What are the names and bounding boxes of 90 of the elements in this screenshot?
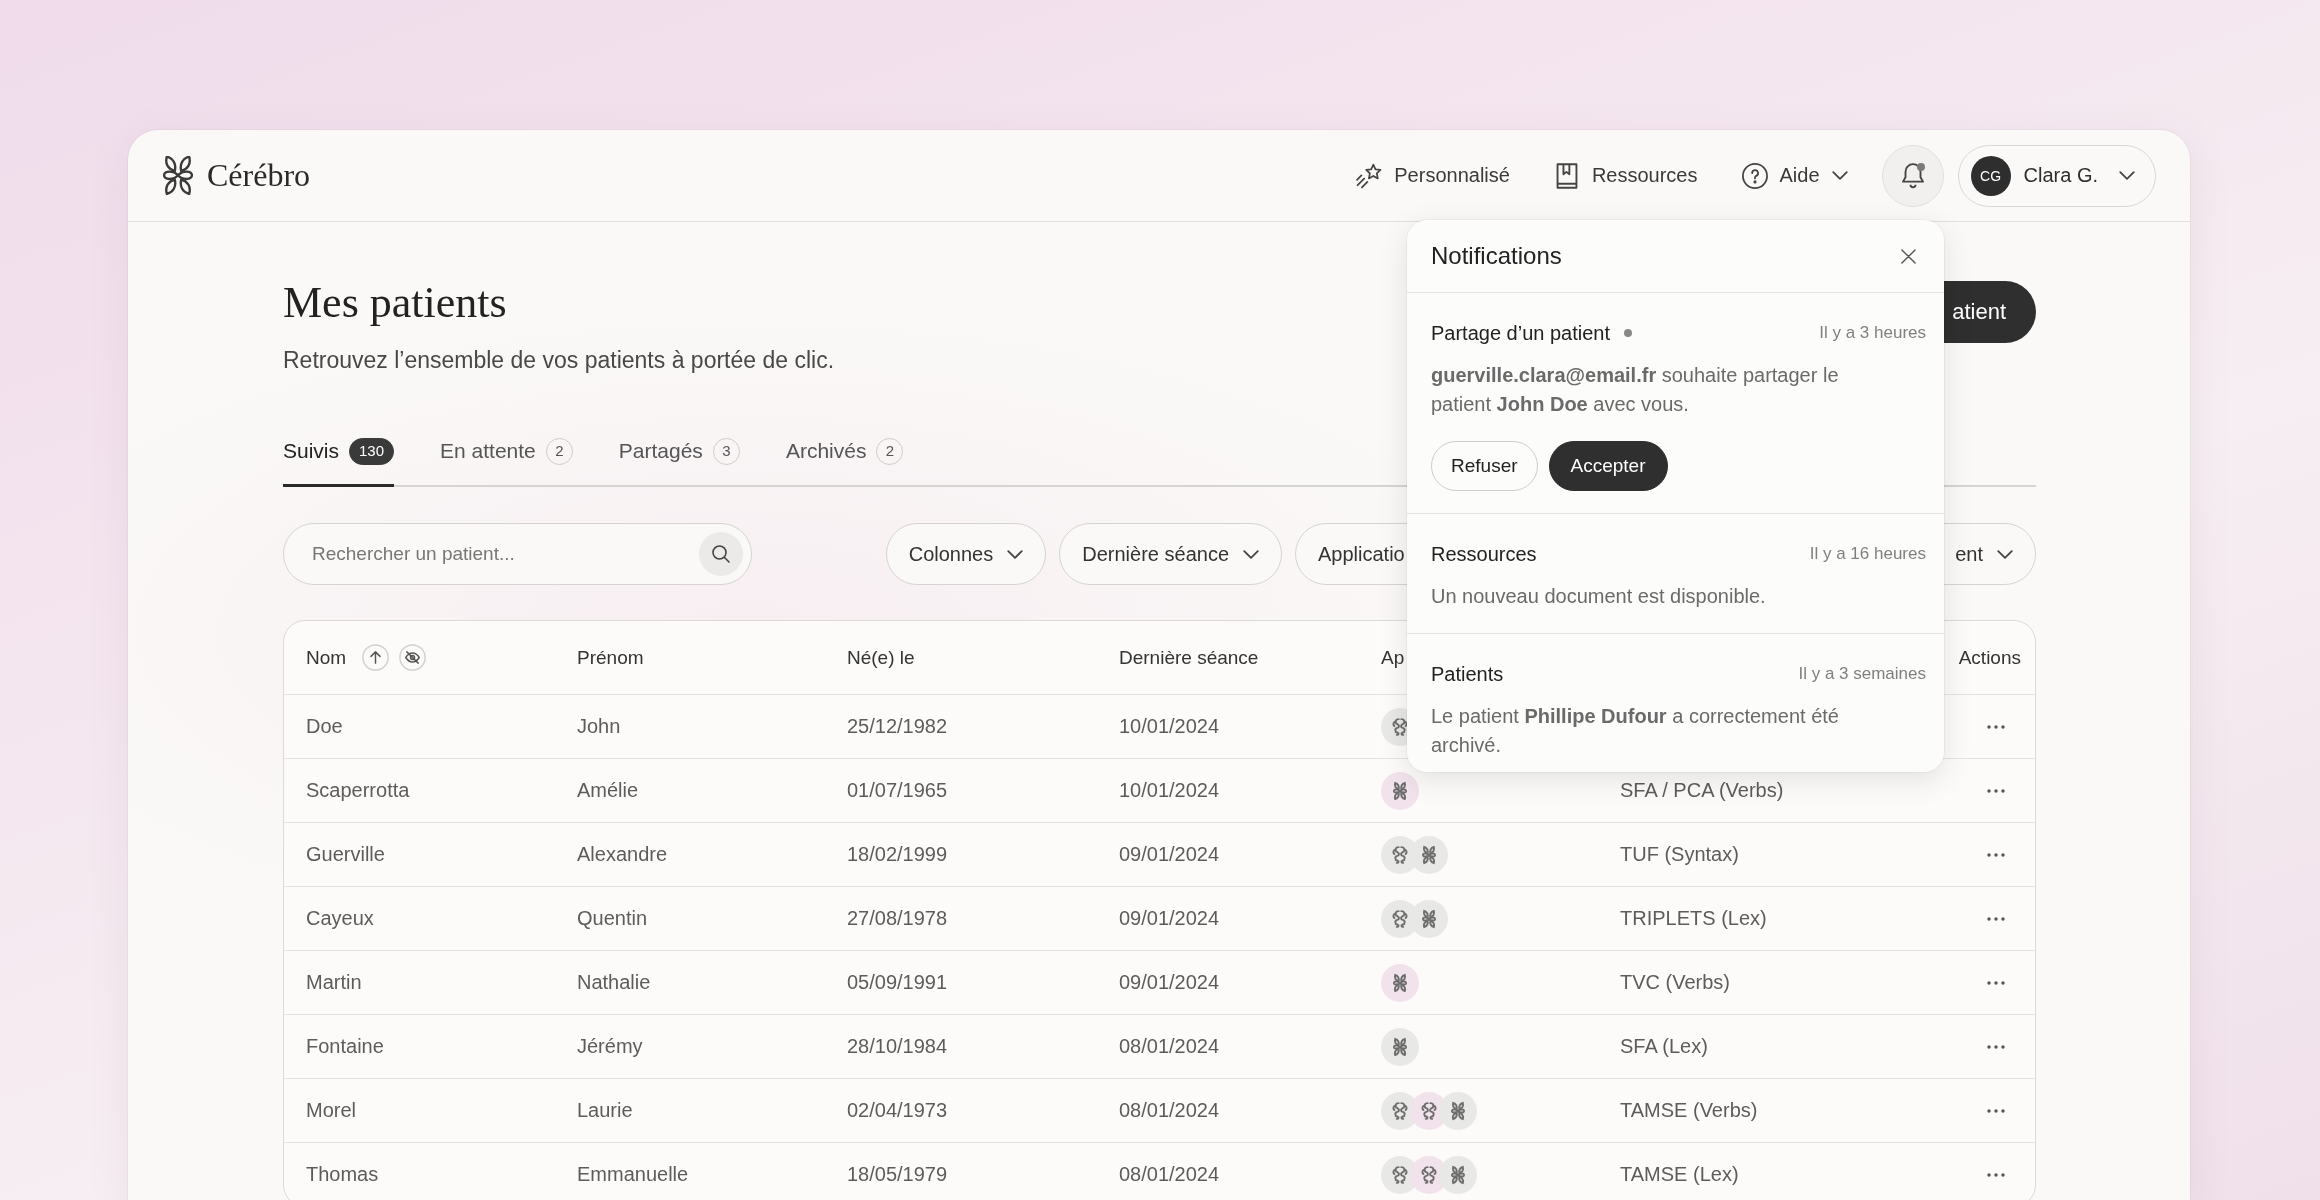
column-header: Nom bbox=[306, 646, 347, 669]
table-cell: 02/04/1973 bbox=[847, 1099, 948, 1122]
more-icon[interactable] bbox=[1987, 1044, 2005, 1049]
notification-text: Le patient Phillipe Dufour a correctement été archivé. bbox=[1431, 704, 1840, 758]
table-cell: Thomas bbox=[306, 1163, 379, 1186]
table-cell: TUF (Syntax) bbox=[1620, 843, 1739, 866]
notification-title: Patients bbox=[1431, 662, 1504, 687]
tab[interactable]: En attente 2 bbox=[440, 437, 573, 487]
table-cell: 28/10/1984 bbox=[847, 1035, 948, 1058]
table-cell: Martin bbox=[306, 971, 362, 994]
shooting-star-icon bbox=[1356, 162, 1383, 189]
table-cell: 08/01/2024 bbox=[1119, 1035, 1220, 1058]
column-header: Prénom bbox=[577, 646, 644, 669]
table-cell: 05/09/1991 bbox=[847, 971, 948, 994]
table-cell: Cayeux bbox=[306, 907, 374, 930]
more-icon[interactable] bbox=[1987, 980, 2005, 985]
filter-dropdown[interactable]: Colonnes bbox=[885, 523, 1047, 585]
table-cell: 01/07/1965 bbox=[847, 779, 948, 802]
table-cell: 09/01/2024 bbox=[1119, 971, 1220, 994]
filter-dropdown[interactable]: Dernière séance bbox=[1059, 523, 1282, 585]
more-icon[interactable] bbox=[1987, 852, 2005, 857]
logo-icon bbox=[163, 156, 193, 195]
table-cell: Morel bbox=[306, 1099, 356, 1122]
table-cell: TRIPLETS (Lex) bbox=[1620, 907, 1767, 930]
table-cell: Scaperrotta bbox=[306, 779, 410, 802]
notification-title: Ressources bbox=[1431, 542, 1537, 567]
table-cell: Amélie bbox=[577, 779, 639, 802]
table-cell: 18/05/1979 bbox=[847, 1163, 948, 1186]
decline-button[interactable]: Refuser bbox=[1431, 441, 1538, 491]
notification-time: Il y a 16 heures bbox=[1809, 543, 1926, 565]
table-cell: SFA / PCA (Verbs) bbox=[1620, 779, 1784, 802]
table-cell: 18/02/1999 bbox=[847, 843, 948, 866]
panel-title: Notifications bbox=[1431, 242, 1562, 270]
more-icon[interactable] bbox=[1987, 916, 2005, 921]
table-cell: 08/01/2024 bbox=[1119, 1099, 1220, 1122]
nav-link[interactable]: Personnalisé bbox=[1356, 162, 1510, 189]
more-icon[interactable] bbox=[1987, 1108, 2005, 1113]
tab[interactable]: Partagés 3 bbox=[618, 437, 740, 487]
column-header: Dernière séance bbox=[1119, 646, 1259, 669]
notification-text: guerville.clara@email.fr souhaite partager le patient John Doe avec vous. bbox=[1431, 363, 1840, 417]
table-cell: 10/01/2024 bbox=[1119, 715, 1220, 738]
close-icon[interactable] bbox=[1901, 248, 1916, 264]
tab[interactable]: Suivis 130 bbox=[283, 437, 395, 487]
search-field[interactable]: Rechercher un patient... bbox=[283, 523, 752, 585]
column-header: Ap bbox=[1381, 646, 1405, 669]
page-title: Mes patients bbox=[283, 277, 508, 329]
page-subtitle: Retrouvez l’ensemble de vos patients à portée de clic. bbox=[283, 346, 835, 375]
nav-link[interactable]: Aide bbox=[1741, 162, 1848, 189]
search-icon[interactable] bbox=[699, 532, 743, 576]
profile-menu-button[interactable]: CG Clara G. bbox=[1957, 144, 2156, 207]
bell-icon bbox=[1901, 162, 1924, 189]
table-cell: 10/01/2024 bbox=[1119, 779, 1220, 802]
accept-button[interactable]: Accepter bbox=[1548, 441, 1668, 491]
table-cell: SFA (Lex) bbox=[1620, 1035, 1708, 1058]
table-cell: Nathalie bbox=[577, 971, 651, 994]
table-cell: John bbox=[577, 715, 621, 738]
help-icon bbox=[1741, 162, 1768, 189]
table-cell: Quentin bbox=[577, 907, 648, 930]
eye-off-icon[interactable] bbox=[399, 644, 427, 671]
avatar-initials: CG bbox=[1970, 155, 2011, 196]
table-cell: Doe bbox=[306, 715, 343, 738]
column-header: Actions bbox=[1958, 646, 2021, 669]
table-cell: 09/01/2024 bbox=[1119, 843, 1220, 866]
table-cell: TAMSE (Lex) bbox=[1620, 1163, 1739, 1186]
notification-time: Il y a 3 heures bbox=[1819, 322, 1926, 344]
arrow-up-icon[interactable] bbox=[362, 644, 390, 671]
more-icon[interactable] bbox=[1987, 788, 2005, 793]
column-header: Né(e) le bbox=[847, 646, 915, 669]
table-cell: 09/01/2024 bbox=[1119, 907, 1220, 930]
brand-name: Cérébro bbox=[207, 157, 311, 194]
table-cell: 08/01/2024 bbox=[1119, 1163, 1220, 1186]
tab[interactable]: Archivés 2 bbox=[785, 437, 904, 487]
table-cell: Fontaine bbox=[306, 1035, 384, 1058]
table-cell: TAMSE (Verbs) bbox=[1620, 1099, 1758, 1122]
nav-link[interactable]: Ressources bbox=[1553, 162, 1698, 189]
notification-text: Un nouveau document est disponible. bbox=[1431, 584, 1767, 609]
table-cell: 25/12/1982 bbox=[847, 715, 948, 738]
table-cell: Guerville bbox=[306, 843, 385, 866]
table-cell: Jérémy bbox=[577, 1035, 643, 1058]
count-badge: 130 bbox=[349, 437, 395, 465]
chevron-down-icon bbox=[2119, 171, 2135, 180]
notification-time: Il y a 3 semaines bbox=[1798, 663, 1926, 685]
notification-title: Partage d’un patient bbox=[1431, 321, 1611, 346]
table-cell: Emmanuelle bbox=[577, 1163, 689, 1186]
table-cell: TVC (Verbs) bbox=[1620, 971, 1731, 994]
table-cell: Laurie bbox=[577, 1099, 633, 1122]
table-cell: 27/08/1978 bbox=[847, 907, 948, 930]
more-icon[interactable] bbox=[1987, 724, 2005, 729]
more-icon[interactable] bbox=[1987, 1172, 2005, 1177]
table-cell: Alexandre bbox=[577, 843, 668, 866]
